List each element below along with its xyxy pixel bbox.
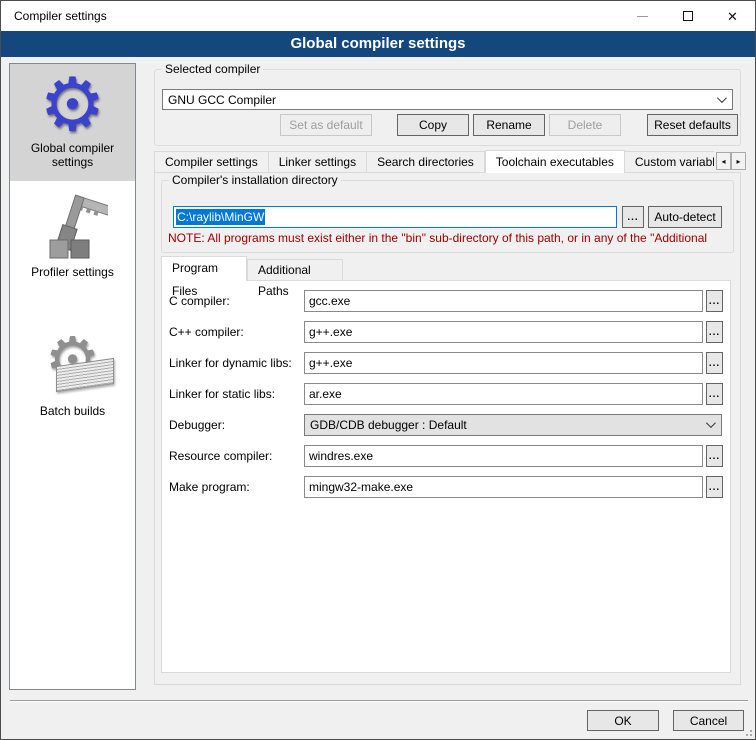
debugger-select-value: GDB/CDB debugger : Default: [310, 418, 467, 432]
rename-button[interactable]: Rename: [473, 114, 545, 136]
debugger-label: Debugger:: [169, 414, 225, 436]
cpp-compiler-browse-button[interactable]: ...: [706, 321, 723, 343]
resource-compiler-input[interactable]: [304, 445, 703, 467]
sidebar-item-global-compiler-settings[interactable]: ⚙ Global compiler settings: [10, 64, 135, 181]
footer-separator: [10, 700, 748, 702]
static-linker-input[interactable]: [304, 383, 703, 405]
set-as-default-button[interactable]: Set as default: [280, 114, 372, 136]
installation-directory-input[interactable]: C:\raylib\MinGW: [173, 206, 617, 228]
make-program-label: Make program:: [169, 476, 250, 498]
tab-search-directories[interactable]: Search directories: [367, 151, 485, 173]
reset-defaults-button[interactable]: Reset defaults: [647, 114, 738, 136]
group-label: Compiler's installation directory: [169, 173, 341, 187]
resize-grip[interactable]: [742, 726, 752, 736]
dynamic-linker-browse-button[interactable]: ...: [706, 352, 723, 374]
sidebar-item-label: Profiler settings: [10, 265, 135, 279]
maximize-button[interactable]: [665, 1, 710, 31]
close-icon: ✕: [727, 10, 738, 23]
make-program-browse-button[interactable]: ...: [706, 476, 723, 498]
compiler-select-value: GNU GCC Compiler: [168, 93, 276, 107]
tab-scroll-left-button[interactable]: ◂: [716, 152, 731, 170]
titlebar[interactable]: Compiler settings ✕: [1, 1, 755, 31]
tab-program-files[interactable]: Program Files: [161, 256, 247, 281]
group-label: Selected compiler: [162, 62, 263, 76]
chevron-down-icon: [717, 93, 727, 103]
cpp-compiler-input[interactable]: [304, 321, 703, 343]
static-linker-browse-button[interactable]: ...: [706, 383, 723, 405]
auto-detect-button[interactable]: Auto-detect: [648, 206, 722, 228]
arrow-left-icon: ◂: [721, 157, 725, 166]
copy-button[interactable]: Copy: [397, 114, 469, 136]
resource-compiler-label: Resource compiler:: [169, 445, 272, 467]
make-program-input[interactable]: [304, 476, 703, 498]
tab-additional-paths[interactable]: Additional Paths: [247, 259, 343, 281]
tab-scroll-buttons: ◂ ▸: [716, 152, 746, 170]
installation-directory-value: C:\raylib\MinGW: [176, 209, 265, 225]
tab-compiler-settings[interactable]: Compiler settings: [154, 151, 269, 173]
window-controls: ✕: [620, 1, 755, 31]
debugger-select[interactable]: GDB/CDB debugger : Default: [304, 414, 722, 436]
settings-tabstrip: Compiler settings Linker settings Search…: [154, 150, 714, 173]
resource-compiler-browse-button[interactable]: ...: [706, 445, 723, 467]
bin-subdirectory-note: NOTE: All programs must exist either in …: [168, 231, 730, 245]
sidebar-item-profiler-settings[interactable]: Profiler settings: [10, 181, 135, 298]
c-compiler-browse-button[interactable]: ...: [706, 290, 723, 312]
dynamic-linker-input[interactable]: [304, 352, 703, 374]
cpp-compiler-label: C++ compiler:: [169, 321, 244, 343]
minimize-button[interactable]: [620, 1, 665, 31]
tab-linker-settings[interactable]: Linker settings: [269, 151, 367, 173]
window-title: Compiler settings: [14, 1, 107, 31]
c-compiler-input[interactable]: [304, 290, 703, 312]
cancel-button[interactable]: Cancel: [673, 710, 744, 731]
caliper-icon: [10, 193, 135, 265]
minimize-icon: [637, 16, 648, 17]
sidebar-item-batch-builds[interactable]: ⚙ Batch builds: [10, 298, 135, 428]
ok-button[interactable]: OK: [587, 710, 659, 731]
delete-button[interactable]: Delete: [549, 114, 621, 136]
settings-category-list: ⚙ Global compiler settings: [9, 63, 136, 690]
close-button[interactable]: ✕: [710, 1, 755, 31]
compiler-select[interactable]: GNU GCC Compiler: [162, 89, 733, 110]
tab-scroll-right-button[interactable]: ▸: [731, 152, 746, 170]
sidebar-item-label: Batch builds: [10, 404, 135, 418]
tab-toolchain-executables[interactable]: Toolchain executables: [485, 150, 625, 173]
arrow-right-icon: ▸: [736, 157, 740, 166]
gear-grey-stack-icon: ⚙: [10, 324, 135, 396]
page-title: Global compiler settings: [1, 31, 755, 57]
browse-directory-button[interactable]: ...: [622, 206, 644, 228]
tab-custom-variables[interactable]: Custom variables: [625, 151, 714, 173]
compiler-settings-dialog: Compiler settings ✕ Global compiler sett…: [0, 0, 756, 740]
gear-blue-icon: ⚙: [10, 69, 135, 141]
dynamic-linker-label: Linker for dynamic libs:: [169, 352, 292, 374]
maximize-icon: [683, 11, 693, 21]
chevron-down-icon: [706, 418, 716, 428]
static-linker-label: Linker for static libs:: [169, 383, 275, 405]
